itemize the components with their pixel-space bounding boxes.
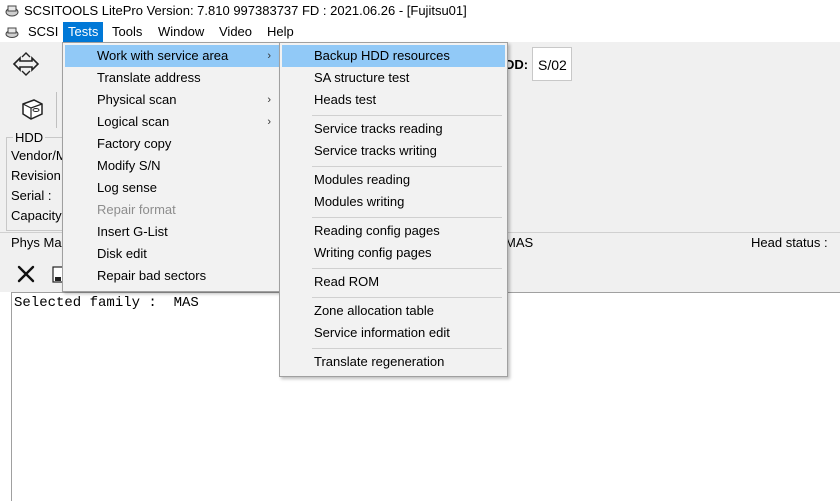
system-menu-icon[interactable] — [4, 25, 20, 39]
menu-separator — [312, 297, 502, 298]
hdd-group-legend: HDD — [13, 130, 46, 145]
menu-item-label: Insert G-List — [97, 224, 168, 239]
tests-menu: Work with service area › Translate addre… — [62, 42, 282, 292]
menu-item-modules-writing[interactable]: Modules writing — [282, 191, 505, 213]
menu-item-label: Logical scan — [97, 114, 170, 129]
menu-item-reading-config-pages[interactable]: Reading config pages — [282, 220, 505, 242]
menu-item-label: Writing config pages — [314, 245, 432, 260]
menu-separator — [312, 217, 502, 218]
menu-item-writing-config-pages[interactable]: Writing config pages — [282, 242, 505, 264]
menu-item-label: Repair format — [97, 202, 176, 217]
menu-item-label: Modules writing — [314, 194, 405, 209]
log-text: Selected family : MAS — [14, 295, 199, 311]
window-title: SCSITOOLS LitePro Version: 7.810 9973837… — [24, 3, 467, 18]
menu-item-insert-g-list[interactable]: Insert G-List — [65, 221, 279, 243]
menu-item-service-tracks-reading[interactable]: Service tracks reading — [282, 118, 505, 140]
service-area-submenu: Backup HDD resources SA structure test H… — [279, 42, 508, 377]
menu-item-label: Translate address — [97, 70, 201, 85]
serial-label: Serial : — [11, 188, 52, 203]
menu-item-work-with-service-area[interactable]: Work with service area › — [65, 45, 279, 67]
menu-video[interactable]: Video — [214, 22, 257, 42]
menu-item-modify-sn[interactable]: Modify S/N — [65, 155, 279, 177]
menu-item-label: Service information edit — [314, 325, 450, 340]
connect-icon[interactable] — [8, 47, 44, 81]
dd-label: DD: — [505, 57, 529, 72]
menu-item-label: Read ROM — [314, 274, 380, 289]
menu-help[interactable]: Help — [262, 22, 299, 42]
drive-icon[interactable] — [14, 92, 50, 128]
vendor-label: Vendor/M — [11, 148, 67, 163]
menu-item-service-tracks-writing[interactable]: Service tracks writing — [282, 140, 505, 162]
menu-item-label: Disk edit — [97, 246, 147, 261]
menu-tools[interactable]: Tools — [107, 22, 147, 42]
menu-tests[interactable]: Tests — [63, 22, 104, 42]
dd-value-box[interactable]: S/02 — [532, 47, 572, 81]
menu-item-modules-reading[interactable]: Modules reading — [282, 169, 505, 191]
menu-item-label: Service tracks reading — [314, 121, 443, 136]
menu-item-translate-regeneration[interactable]: Translate regeneration — [282, 351, 505, 373]
menu-item-label: Zone allocation table — [314, 303, 434, 318]
menu-item-label: Log sense — [97, 180, 157, 195]
menu-item-label: Physical scan — [97, 92, 177, 107]
menu-item-label: Repair bad sectors — [97, 268, 207, 283]
menu-item-label: Modify S/N — [97, 158, 161, 173]
menu-item-label: SA structure test — [314, 70, 410, 85]
menu-separator — [312, 115, 502, 116]
menu-item-logical-scan[interactable]: Logical scan › — [65, 111, 279, 133]
menu-item-service-information-edit[interactable]: Service information edit — [282, 322, 505, 344]
chevron-right-icon: › — [267, 116, 271, 128]
menu-separator — [312, 268, 502, 269]
menu-item-label: Service tracks writing — [314, 143, 437, 158]
app-icon — [5, 5, 19, 17]
menu-separator — [312, 166, 502, 167]
chevron-right-icon: › — [267, 94, 271, 106]
menu-item-label: Modules reading — [314, 172, 411, 187]
menu-item-disk-edit[interactable]: Disk edit — [65, 243, 279, 265]
menu-item-label: Work with service area — [97, 48, 229, 63]
menu-scsi[interactable]: SCSI — [23, 22, 63, 42]
menu-item-label: Reading config pages — [314, 223, 440, 238]
menu-separator — [312, 348, 502, 349]
menu-item-label: Heads test — [314, 92, 377, 107]
menu-item-repair-format: Repair format — [65, 199, 279, 221]
chevron-right-icon: › — [267, 50, 271, 62]
menu-item-heads-test[interactable]: Heads test — [282, 89, 505, 111]
menu-item-zone-allocation-table[interactable]: Zone allocation table — [282, 300, 505, 322]
menu-item-label: Backup HDD resources — [314, 48, 450, 63]
phys-label: Phys Ma — [11, 235, 62, 250]
menu-item-label: Translate regeneration — [314, 354, 445, 369]
menu-window[interactable]: Window — [153, 22, 209, 42]
menu-item-factory-copy[interactable]: Factory copy — [65, 133, 279, 155]
menu-item-backup-hdd-resources[interactable]: Backup HDD resources — [282, 45, 505, 67]
menu-item-translate-address[interactable]: Translate address — [65, 67, 279, 89]
toolbar-divider — [56, 92, 57, 128]
menu-item-log-sense[interactable]: Log sense — [65, 177, 279, 199]
menu-item-physical-scan[interactable]: Physical scan › — [65, 89, 279, 111]
revision-label: Revision — [11, 168, 61, 183]
capacity-label: Capacity — [11, 208, 62, 223]
head-status-label: Head status : — [751, 235, 828, 250]
menu-item-repair-bad-sectors[interactable]: Repair bad sectors — [65, 265, 279, 287]
close-icon[interactable] — [15, 263, 37, 285]
menu-item-label: Factory copy — [97, 136, 172, 151]
family-value: MAS — [505, 235, 534, 250]
menu-item-sa-structure-test[interactable]: SA structure test — [282, 67, 505, 89]
menu-item-read-rom[interactable]: Read ROM — [282, 271, 505, 293]
